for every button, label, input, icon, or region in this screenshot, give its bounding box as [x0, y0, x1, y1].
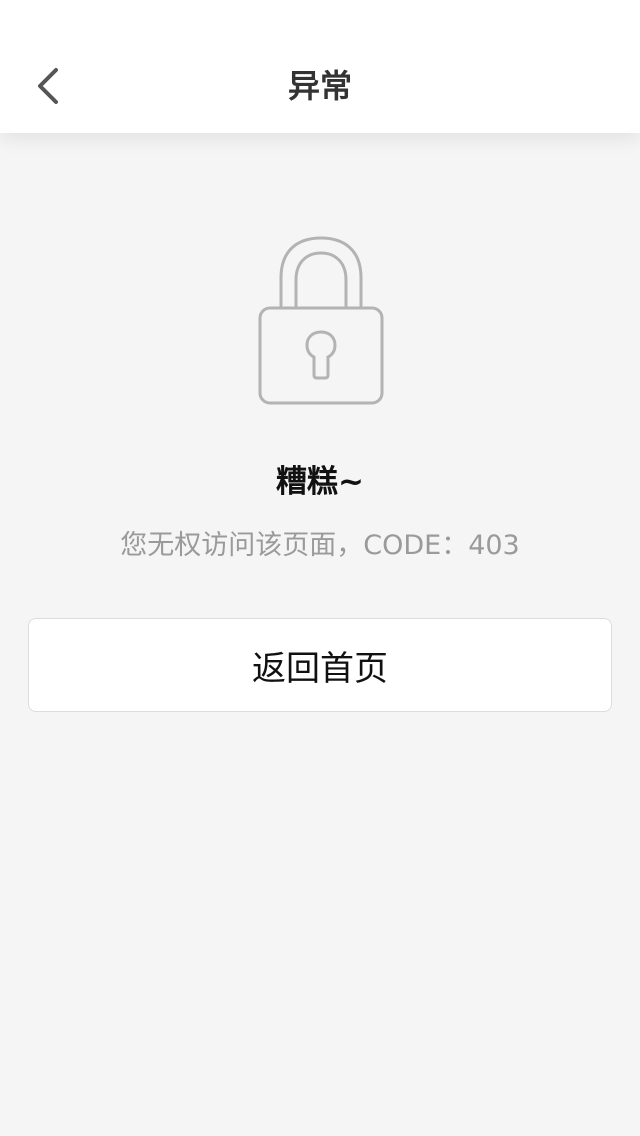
- header-bar: 异常: [0, 0, 640, 133]
- page-title: 异常: [287, 67, 352, 105]
- lock-icon: [250, 230, 392, 412]
- return-home-button[interactable]: 返回首页: [28, 618, 612, 712]
- error-message: 您无权访问该页面，CODE：403: [120, 530, 520, 561]
- error-title: 糟糕~: [276, 464, 364, 500]
